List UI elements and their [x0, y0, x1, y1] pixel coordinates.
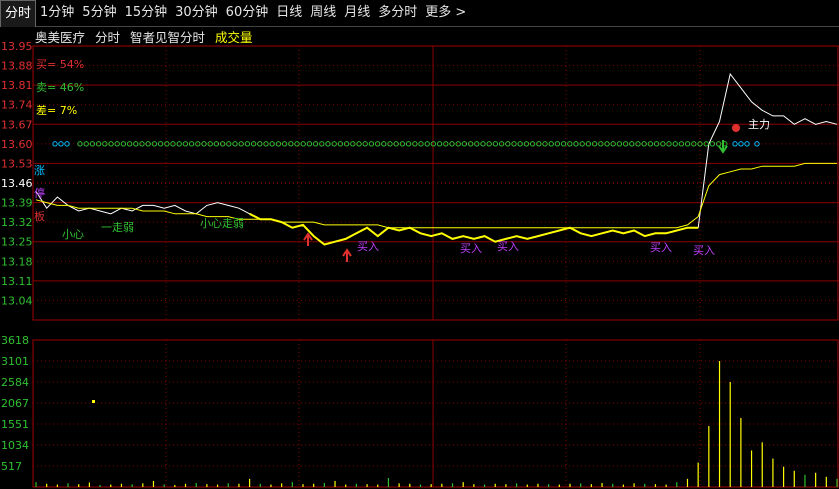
- price-tick-label: 13.39: [1, 197, 33, 210]
- limit-up-dot: [523, 141, 530, 147]
- limit-up-dot: [598, 141, 604, 147]
- intraday-chart[interactable]: 13.95 13.88 13.81 13.74 13.67 13.60 13.53 13.46…: [0, 0, 839, 489]
- limit-up-marker: 涨: [34, 164, 45, 177]
- price-tick-label: 13.53: [1, 157, 33, 170]
- limit-up-dot: [226, 141, 232, 147]
- limit-up-dot: [405, 141, 412, 147]
- limit-up-dot: [157, 141, 164, 147]
- price-line-highlight: [249, 212, 699, 246]
- buy-in-annotation: 买入: [497, 240, 519, 253]
- limit-up-dot: [350, 141, 356, 147]
- limit-up-dot: [207, 141, 213, 147]
- limit-up-dot: [455, 141, 461, 147]
- price-tick-label: 13.46: [1, 177, 33, 190]
- limit-up-dot: [83, 141, 89, 147]
- limit-up-dot: [331, 141, 337, 147]
- price-tick-label: 13.04: [1, 294, 33, 307]
- up-arrow-icon: [303, 232, 313, 246]
- price-tick-label: 13.81: [1, 79, 33, 92]
- price-tick-label: 13.88: [1, 60, 33, 73]
- price-tick-label: 13.18: [1, 255, 33, 268]
- buy-in-annotation: 买入: [357, 240, 379, 253]
- volume-tick-label: 1551: [1, 418, 29, 431]
- caution-annotation: 小心: [62, 228, 84, 241]
- limit-up-dot: [647, 141, 654, 147]
- price-line: [35, 72, 838, 246]
- limit-up-dot: [474, 141, 480, 147]
- average-price-line: [35, 162, 837, 229]
- buy-in-annotation: 买入: [460, 242, 482, 255]
- buy-in-annotation: 买入: [650, 241, 672, 254]
- diff-ratio-label: 差= 7%: [36, 103, 77, 117]
- main-force-dot-icon: [732, 124, 740, 132]
- limit-up-dot: [151, 141, 158, 147]
- limit-up-dot: [579, 141, 585, 147]
- price-tick-label: 13.74: [1, 99, 33, 112]
- up-arrow-icon: [342, 248, 352, 262]
- weak-annotation: 一走弱: [101, 221, 134, 234]
- volume-tick-label: 1034: [1, 439, 29, 452]
- volume-panel-frame: [32, 339, 839, 488]
- volume-tick-label: 2067: [1, 397, 29, 410]
- price-tick-label: 13.32: [1, 216, 33, 229]
- limit-up-dot: [281, 141, 288, 147]
- volume-tick-label: 2584: [1, 376, 29, 389]
- main-force-annotation: 主力: [748, 118, 770, 131]
- limit-up-dot: [102, 141, 108, 147]
- price-tick-label: 13.67: [1, 118, 33, 131]
- volume-marker: [92, 400, 95, 403]
- limit-up-dot: [653, 141, 660, 147]
- volume-tick-label: 517: [1, 460, 22, 473]
- price-tick-label: 13.11: [1, 275, 33, 288]
- limit-up-marker: 停: [34, 186, 45, 200]
- buy-ratio-label: 买= 54%: [36, 58, 84, 71]
- volume-tick-label: 3618: [1, 334, 29, 347]
- price-tick-label: 13.95: [1, 40, 33, 53]
- limit-up-dot: [529, 141, 536, 147]
- limit-up-marker: 板: [34, 209, 45, 223]
- buy-in-annotation: 买入: [693, 244, 715, 257]
- price-tick-label: 13.25: [1, 236, 33, 249]
- volume-tick-label: 3101: [1, 355, 29, 368]
- caution-weak-annotation: 小心走弱: [200, 217, 244, 230]
- limit-up-dot: [399, 141, 406, 147]
- limit-up-dot: [275, 141, 282, 147]
- price-tick-label: 13.60: [1, 138, 33, 151]
- limit-up-dot: [703, 141, 709, 147]
- sell-ratio-label: 卖= 46%: [36, 81, 84, 94]
